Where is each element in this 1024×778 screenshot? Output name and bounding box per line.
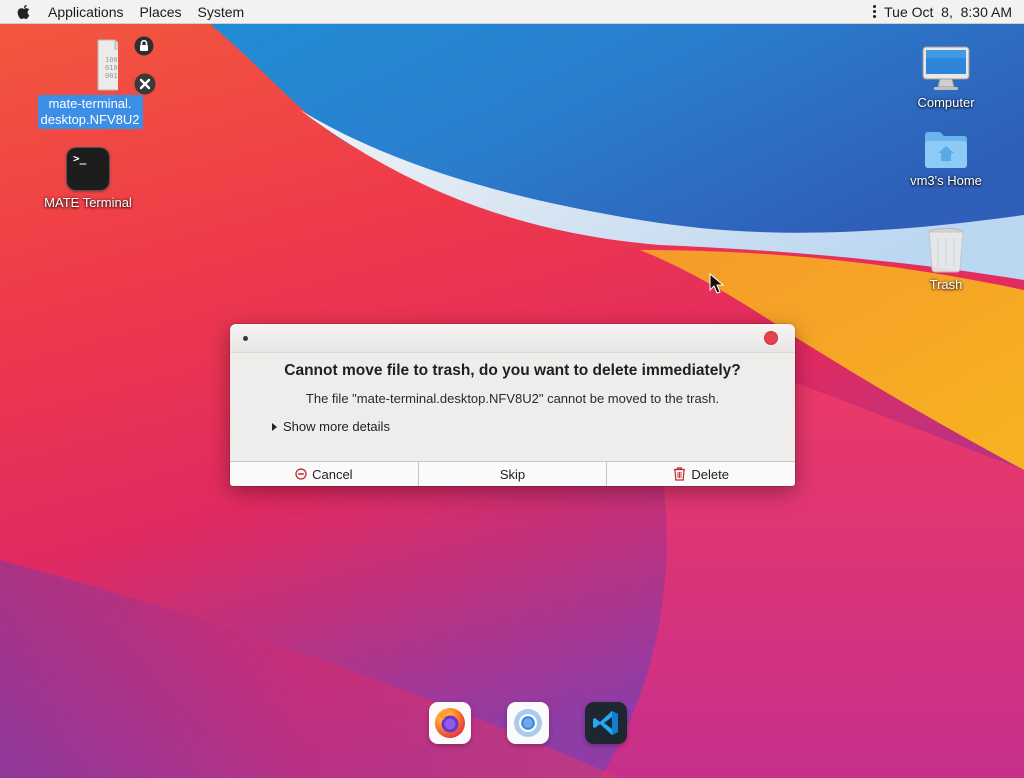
svg-text:0100: 0100 bbox=[105, 64, 118, 72]
apple-menu-icon[interactable] bbox=[16, 3, 31, 20]
show-details-expander[interactable]: Show more details bbox=[272, 419, 390, 434]
desktop-computer[interactable]: Computer bbox=[896, 44, 996, 112]
dialog-message: The file "mate-terminal.desktop.NFV8U2" … bbox=[305, 391, 720, 406]
desktop-trash[interactable]: Trash bbox=[896, 226, 996, 294]
binary-file-icon: 1000 0100 0010 bbox=[62, 36, 156, 95]
dialog-heading: Cannot move file to trash, do you want t… bbox=[284, 362, 741, 379]
menu-system[interactable]: System bbox=[190, 4, 253, 20]
window-menu-icon[interactable] bbox=[243, 336, 248, 341]
vscode-icon bbox=[593, 711, 618, 735]
delete-button[interactable]: Delete bbox=[607, 462, 795, 486]
terminal-prompt: >_ bbox=[73, 152, 87, 165]
lock-emblem-icon bbox=[134, 36, 154, 56]
terminal-icon: >_ bbox=[67, 148, 109, 190]
dock-chromium[interactable] bbox=[507, 702, 549, 744]
delete-label: Delete bbox=[691, 466, 729, 482]
panel-clock[interactable]: Tue Oct 8, 8:30 AM bbox=[884, 4, 1018, 20]
dock-vscode[interactable] bbox=[585, 702, 627, 744]
terminal-label: MATE Terminal bbox=[44, 195, 132, 210]
file-label-line-2: desktop.NFV8U2 bbox=[40, 112, 140, 127]
panel-overflow-icon[interactable] bbox=[873, 5, 877, 18]
expander-triangle-icon bbox=[272, 422, 277, 431]
home-label: vm3's Home bbox=[910, 173, 982, 188]
dock-firefox[interactable] bbox=[429, 702, 471, 744]
delete-confirm-dialog: Cannot move file to trash, do you want t… bbox=[230, 324, 795, 486]
desktop-file-mate-terminal-desktop[interactable]: 1000 0100 0010 mate-terminal. desktop.NF… bbox=[30, 36, 156, 129]
firefox-icon bbox=[435, 708, 465, 738]
unreadable-emblem-icon bbox=[134, 73, 156, 95]
trash-icon bbox=[928, 228, 964, 273]
chromium-icon bbox=[514, 709, 542, 737]
computer-label: Computer bbox=[917, 95, 975, 110]
cancel-label: Cancel bbox=[312, 466, 353, 482]
dialog-titlebar[interactable] bbox=[230, 324, 795, 353]
desktop-home-folder[interactable]: vm3's Home bbox=[896, 128, 996, 190]
menu-applications[interactable]: Applications bbox=[40, 4, 132, 20]
trash-label: Trash bbox=[929, 277, 963, 292]
computer-icon bbox=[922, 46, 970, 90]
file-label: mate-terminal. desktop.NFV8U2 bbox=[37, 95, 143, 129]
top-panel: Applications Places System Tue Oct 8, 8:… bbox=[0, 0, 1024, 24]
cancel-button[interactable]: Cancel bbox=[230, 462, 419, 486]
trash-can-icon bbox=[673, 467, 686, 481]
mouse-pointer-icon bbox=[709, 273, 725, 294]
show-details-label: Show more details bbox=[283, 419, 390, 434]
svg-text:0010: 0010 bbox=[105, 72, 118, 80]
file-label-line-1: mate-terminal. bbox=[48, 96, 132, 111]
menu-places[interactable]: Places bbox=[132, 4, 190, 20]
dialog-button-row: Cancel Skip Delete bbox=[230, 461, 795, 486]
skip-button[interactable]: Skip bbox=[419, 462, 608, 486]
close-icon[interactable] bbox=[764, 331, 778, 345]
cancel-icon bbox=[295, 468, 307, 480]
home-folder-icon bbox=[925, 132, 967, 168]
svg-text:1000: 1000 bbox=[105, 56, 118, 64]
skip-label: Skip bbox=[499, 466, 526, 482]
desktop-launcher-mate-terminal[interactable]: >_ MATE Terminal bbox=[28, 148, 148, 212]
